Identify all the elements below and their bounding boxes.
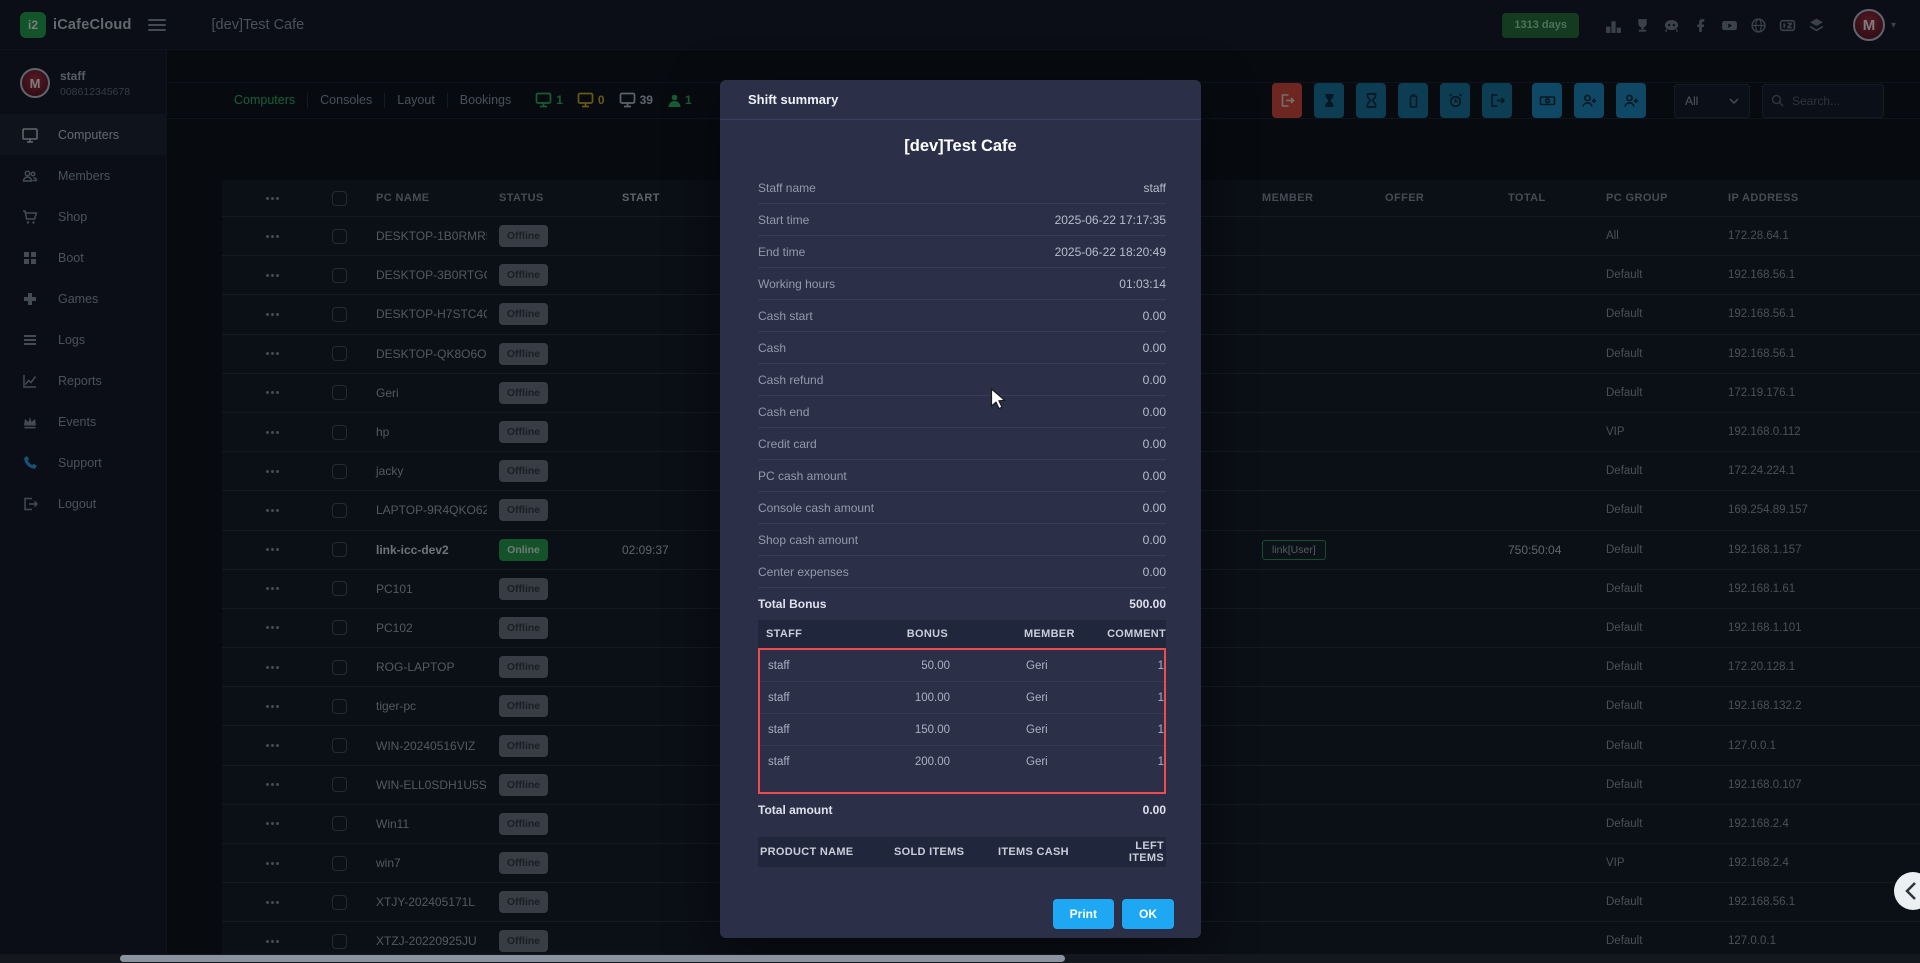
shift-summary-modal: Shift summary [dev]Test Cafe Staff name … (720, 80, 1201, 938)
horizontal-scrollbar (0, 954, 1920, 963)
summary-value: 0.00 (1143, 405, 1166, 419)
summary-label: Shop cash amount (758, 533, 858, 547)
bonus-staff: staff (760, 660, 858, 672)
column-header: STAFF (758, 628, 856, 640)
bonus-member: Geri (950, 756, 1068, 768)
print-button[interactable]: Print (1053, 899, 1114, 929)
bonus-member: Geri (950, 724, 1068, 736)
ok-button[interactable]: OK (1122, 899, 1174, 929)
total-amount-row: Total amount 0.00 (758, 794, 1166, 826)
summary-value: 0.00 (1143, 341, 1166, 355)
bonus-staff: staff (760, 692, 858, 704)
summary-label: Cash refund (758, 373, 823, 387)
summary-row: Start time 2025-06-22 17:17:35 (758, 204, 1166, 236)
summary-row: Staff name staff (758, 172, 1166, 204)
total-amount-label: Total amount (758, 803, 832, 817)
summary-label: End time (758, 245, 805, 259)
summary-row: Cash refund 0.00 (758, 364, 1166, 396)
summary-value: 500.00 (1129, 597, 1166, 611)
column-header: PRODUCT NAME (760, 846, 894, 858)
bonus-row: staff 100.00 Geri 1 (760, 682, 1164, 714)
bonus-staff: staff (760, 756, 858, 768)
cafe-name: [dev]Test Cafe (720, 120, 1201, 172)
summary-label: Center expenses (758, 565, 849, 579)
summary-row: Console cash amount 0.00 (758, 492, 1166, 524)
bonus-table: STAFF BONUS MEMBER COMMENT staff 50.00 G… (758, 620, 1166, 794)
summary-label: Start time (758, 213, 809, 227)
summary-row: End time 2025-06-22 18:20:49 (758, 236, 1166, 268)
screen: i2 iCafeCloud [dev]Test Cafe 1313 days M… (0, 0, 1920, 963)
column-header: BONUS (856, 628, 948, 640)
summary-row: Working hours 01:03:14 (758, 268, 1166, 300)
bonus-comment: 1 (1068, 692, 1164, 704)
bonus-member: Geri (950, 660, 1068, 672)
summary-value: 01:03:14 (1119, 277, 1166, 291)
column-header: COMMENT (1066, 628, 1166, 640)
summary-label: Total Bonus (758, 597, 826, 611)
summary-value: 0.00 (1143, 501, 1166, 515)
summary-rows: Staff name staff Start time 2025-06-22 1… (720, 172, 1201, 620)
total-amount-value: 0.00 (1143, 803, 1166, 817)
summary-value: 0.00 (1143, 469, 1166, 483)
summary-value: 2025-06-22 17:17:35 (1055, 213, 1166, 227)
bonus-amount: 200.00 (858, 756, 950, 768)
bonus-table-body-highlighted: staff 50.00 Geri 1 staff 100.00 Geri 1 s… (758, 648, 1166, 794)
summary-row: Cash 0.00 (758, 332, 1166, 364)
summary-row: Total Bonus 500.00 (758, 588, 1166, 620)
bonus-amount: 100.00 (858, 692, 950, 704)
modal-actions: Print OK (720, 899, 1201, 929)
column-header: ITEMS CASH (998, 846, 1118, 858)
summary-row: Cash start 0.00 (758, 300, 1166, 332)
summary-row: Cash end 0.00 (758, 396, 1166, 428)
bonus-table-header: STAFF BONUS MEMBER COMMENT (758, 620, 1166, 648)
summary-value: 0.00 (1143, 373, 1166, 387)
summary-row: PC cash amount 0.00 (758, 460, 1166, 492)
modal-title: Shift summary (720, 80, 1201, 120)
bonus-staff: staff (760, 724, 858, 736)
summary-label: Cash end (758, 405, 809, 419)
summary-value: 0.00 (1143, 309, 1166, 323)
bonus-row: staff 200.00 Geri 1 (760, 746, 1164, 778)
bonus-row: staff 150.00 Geri 1 (760, 714, 1164, 746)
summary-row: Center expenses 0.00 (758, 556, 1166, 588)
bonus-row: staff 50.00 Geri 1 (760, 650, 1164, 682)
product-table-header: PRODUCT NAME SOLD ITEMS ITEMS CASH LEFT … (758, 837, 1166, 867)
summary-label: Staff name (758, 181, 816, 195)
summary-row: Shop cash amount 0.00 (758, 524, 1166, 556)
summary-label: PC cash amount (758, 469, 847, 483)
summary-value: staff (1144, 181, 1166, 195)
summary-label: Working hours (758, 277, 835, 291)
summary-value: 0.00 (1143, 565, 1166, 579)
bonus-comment: 1 (1068, 724, 1164, 736)
summary-label: Console cash amount (758, 501, 874, 515)
summary-label: Cash (758, 341, 786, 355)
bonus-member: Geri (950, 692, 1068, 704)
chevron-left-icon (1894, 872, 1920, 910)
bonus-comment: 1 (1068, 660, 1164, 672)
bonus-amount: 150.00 (858, 724, 950, 736)
summary-label: Credit card (758, 437, 817, 451)
side-panel-toggle-button[interactable] (1894, 872, 1920, 910)
column-header: LEFT ITEMS (1118, 840, 1164, 864)
summary-value: 2025-06-22 18:20:49 (1055, 245, 1166, 259)
scrollbar-thumb[interactable] (120, 955, 1065, 962)
column-header: MEMBER (948, 628, 1066, 640)
summary-label: Cash start (758, 309, 813, 323)
summary-value: 0.00 (1143, 437, 1166, 451)
summary-row: Credit card 0.00 (758, 428, 1166, 460)
bonus-comment: 1 (1068, 756, 1164, 768)
bonus-amount: 50.00 (858, 660, 950, 672)
summary-value: 0.00 (1143, 533, 1166, 547)
column-header: SOLD ITEMS (894, 846, 998, 858)
